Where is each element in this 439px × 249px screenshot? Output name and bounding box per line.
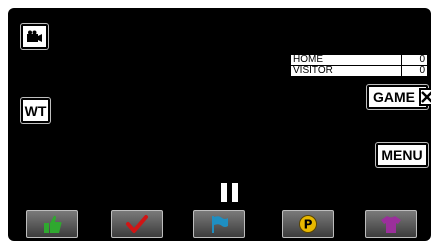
checkmark-icon [126, 215, 148, 233]
record-mode-button[interactable] [21, 24, 48, 49]
game-label: GAME [373, 89, 415, 105]
scoreboard: HOME 0 VISITOR 0 [290, 54, 429, 77]
team-score: 0 [400, 54, 429, 66]
team-name: VISITOR [290, 65, 402, 77]
thumbs-up-icon [44, 215, 62, 233]
tag-shirt-button[interactable] [365, 210, 417, 238]
pause-icon [221, 183, 239, 202]
scoreboard-row-visitor: VISITOR 0 [290, 65, 429, 77]
tag-check-button[interactable] [111, 210, 163, 238]
scoreboard-row-home: HOME 0 [290, 54, 429, 66]
svg-text:P: P [304, 218, 313, 232]
tag-p-button[interactable]: P [282, 210, 334, 238]
shirt-icon [381, 216, 401, 233]
tag-flag-button[interactable] [193, 210, 245, 238]
camera-screen: WT HOME 0 VISITOR 0 GAME MENU P [8, 8, 431, 241]
video-camera-icon [27, 30, 42, 42]
p-badge-icon: P [299, 215, 317, 233]
game-button[interactable]: GAME [367, 85, 431, 109]
flag-icon [212, 216, 228, 233]
wt-zoom-button[interactable]: WT [21, 98, 50, 123]
close-x-icon[interactable] [419, 88, 431, 106]
team-name: HOME [290, 54, 402, 66]
team-score: 0 [400, 65, 429, 77]
tag-thumbs-up-button[interactable] [26, 210, 78, 238]
menu-button[interactable]: MENU [376, 143, 428, 167]
